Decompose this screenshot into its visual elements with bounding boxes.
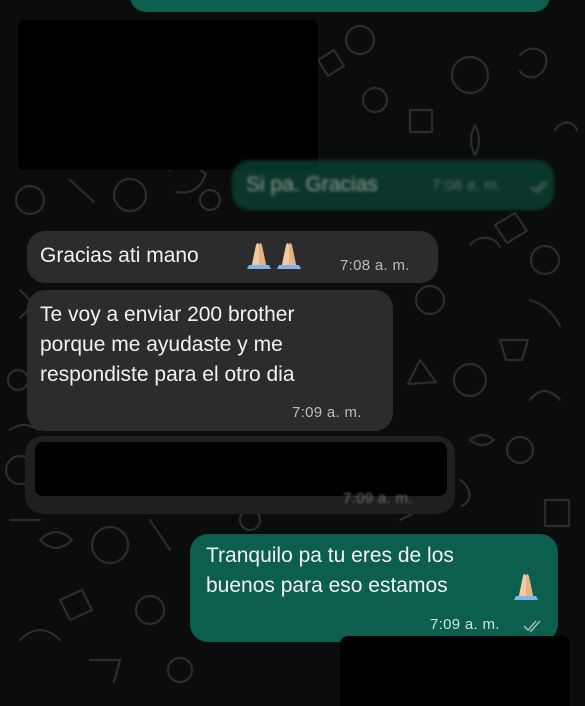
message-text: Tranquilo pa tu eres de los buenos para …	[206, 544, 454, 597]
redacted-message	[35, 442, 447, 496]
message-bubble-outgoing-partial[interactable]	[130, 0, 550, 12]
redacted-message	[340, 636, 570, 706]
message-bubble-outgoing[interactable]: Tranquilo pa tu eres de los buenos para …	[190, 534, 558, 642]
praying-hands-icon	[243, 241, 305, 276]
message-timestamp: 7:09 a. m.	[292, 404, 362, 421]
praying-hands-icon	[510, 572, 540, 607]
double-check-icon	[530, 181, 548, 193]
redacted-message	[18, 20, 318, 170]
message-bubble-outgoing[interactable]: Si pa. Gracias 7:08 a. m.	[232, 160, 554, 210]
message-bubble-incoming[interactable]: Te voy a enviar 200 brother porque me ay…	[27, 290, 393, 431]
message-text: Te voy a enviar 200 brother porque me ay…	[40, 303, 295, 386]
message-timestamp: 7:08 a. m.	[432, 177, 502, 194]
message-timestamp: 7:08 a. m.	[340, 257, 410, 274]
double-check-icon	[523, 620, 541, 632]
message-text: Gracias ati mano	[40, 244, 199, 267]
message-timestamp: 7:09 a. m.	[343, 490, 413, 507]
message-timestamp: 7:09 a. m.	[430, 616, 500, 633]
message-bubble-incoming[interactable]: Gracias ati mano 7:08 a. m.	[27, 231, 438, 283]
message-bubble-incoming-redacted[interactable]: 7:09 a. m.	[25, 436, 455, 514]
message-text: Si pa. Gracias	[246, 173, 378, 196]
